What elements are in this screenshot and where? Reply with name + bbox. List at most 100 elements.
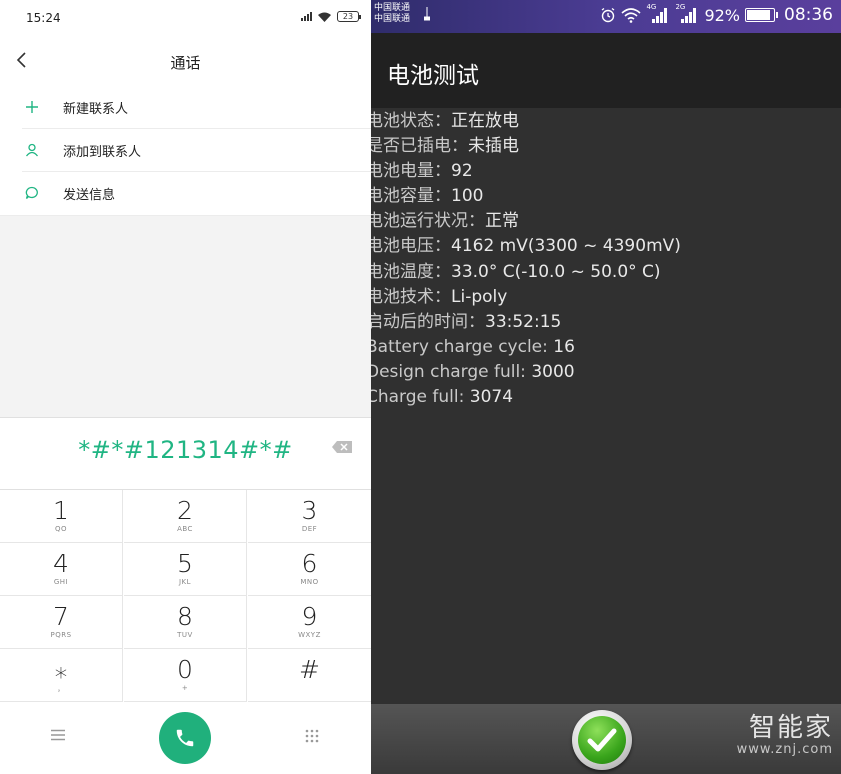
info-value: 16 bbox=[553, 336, 575, 357]
info-row-voltage: 电池电压：4162 mV(3300 ~ 4390mV) bbox=[371, 234, 841, 259]
status-time: 08:36 bbox=[784, 5, 833, 25]
signal-icon bbox=[301, 12, 312, 21]
key-letters: QO bbox=[54, 525, 68, 533]
key-7[interactable]: 7 PQRS bbox=[0, 596, 123, 649]
key-digit: # bbox=[299, 655, 320, 684]
info-row-design-full: Design charge full: 3000 bbox=[371, 360, 841, 385]
battery-fill bbox=[747, 10, 770, 20]
info-label: Battery charge cycle: bbox=[371, 336, 554, 357]
status-bar: 15:24 23 bbox=[0, 0, 371, 36]
key-digit: 0 bbox=[177, 655, 193, 684]
key-letters: DEF bbox=[301, 525, 318, 533]
info-label: 启动后的时间： bbox=[371, 311, 485, 332]
info-value: 未插电 bbox=[468, 136, 519, 157]
battery-percent: 92% bbox=[704, 5, 740, 25]
info-value: 正在放电 bbox=[451, 111, 519, 131]
key-digit: 3 bbox=[301, 496, 318, 525]
key-letters: PQRS bbox=[50, 631, 72, 639]
info-value: 3074 bbox=[469, 387, 514, 408]
key-letters: GHI bbox=[53, 578, 69, 586]
info-value: 正常 bbox=[485, 211, 519, 232]
wifi-icon bbox=[621, 8, 641, 23]
key-digit: 5 bbox=[177, 549, 193, 578]
key-4[interactable]: 4 GHI bbox=[0, 543, 123, 596]
info-value: 4162 mV(3300 ~ 4390mV) bbox=[451, 236, 681, 257]
battery-icon: 23 bbox=[337, 11, 361, 22]
page-title: 通话 bbox=[170, 54, 201, 72]
status-icons: 23 bbox=[301, 11, 361, 22]
key-letters: WXYZ bbox=[298, 631, 321, 639]
watermark-url: www.znj.com bbox=[736, 742, 833, 757]
key-9[interactable]: 9 WXYZ bbox=[248, 596, 371, 649]
key-digit: 9 bbox=[301, 602, 318, 631]
status-icons: 4G 2G 92% 08:36 bbox=[600, 3, 833, 25]
info-row-capacity: 电池容量：100 bbox=[371, 184, 841, 209]
empty-area bbox=[0, 215, 371, 417]
signal-1: 4G bbox=[646, 3, 670, 25]
info-value: 100 bbox=[451, 186, 484, 207]
key-star[interactable]: ⁎， bbox=[0, 649, 123, 702]
info-row-status: 电池状态：正在放电 bbox=[371, 109, 841, 134]
key-letters: TUV bbox=[177, 631, 193, 639]
info-value: Li-poly bbox=[451, 286, 508, 307]
info-value: 3000 bbox=[531, 361, 575, 382]
phone-icon bbox=[176, 729, 194, 747]
new-contact-item[interactable]: 新建联系人 bbox=[0, 86, 371, 129]
dialpad-icon[interactable] bbox=[305, 729, 319, 743]
backspace-icon[interactable] bbox=[331, 440, 353, 454]
key-digit: 7 bbox=[53, 602, 69, 631]
key-digit: 4 bbox=[53, 549, 69, 578]
info-label: 电池电压： bbox=[371, 236, 451, 257]
wifi-icon bbox=[318, 12, 331, 22]
menu-icon[interactable] bbox=[51, 729, 65, 741]
info-value: 92 bbox=[451, 161, 473, 182]
app-bar: 电池测试 bbox=[371, 33, 841, 108]
app-title: 电池测试 bbox=[387, 63, 479, 89]
key-8[interactable]: 8 TUV bbox=[124, 596, 247, 649]
checkmark-badge bbox=[578, 716, 626, 764]
battery-icon bbox=[745, 8, 778, 22]
dial-display: *#*#121314#*# bbox=[0, 417, 371, 489]
carrier-2: 中国联通 bbox=[374, 14, 411, 24]
status-bar: 中国联通 中国联通 4G 2G 92% 08:36 bbox=[371, 0, 841, 33]
key-2[interactable]: 2 ABC bbox=[124, 490, 247, 543]
info-row-uptime: 启动后的时间：33:52:15 bbox=[371, 310, 841, 335]
key-3[interactable]: 3 DEF bbox=[248, 490, 371, 543]
bottom-bar: 智能家 www.znj.com bbox=[371, 704, 841, 774]
info-row-level: 电池电量：92 bbox=[371, 159, 841, 184]
key-5[interactable]: 5 JKL bbox=[124, 543, 247, 596]
signal-icon bbox=[681, 8, 697, 23]
info-row-charge-cycle: Battery charge cycle: 16 bbox=[371, 335, 841, 360]
add-to-contact-item[interactable]: 添加到联系人 bbox=[0, 129, 371, 172]
signal-icon bbox=[652, 8, 668, 23]
ok-button[interactable] bbox=[572, 710, 632, 770]
key-0[interactable]: 0 + bbox=[124, 649, 247, 702]
add-to-contact-label: 添加到联系人 bbox=[63, 145, 142, 160]
checkmark-icon bbox=[587, 728, 617, 752]
key-letters: + bbox=[181, 684, 189, 692]
info-label: 电池温度： bbox=[371, 261, 451, 282]
carrier-names: 中国联通 中国联通 bbox=[374, 3, 410, 25]
key-6[interactable]: 6 MNO bbox=[248, 543, 371, 596]
key-digit: 6 bbox=[301, 549, 318, 578]
dialed-number[interactable]: *#*#121314#*# bbox=[0, 436, 371, 464]
send-message-label: 发送信息 bbox=[63, 188, 116, 203]
key-hash[interactable]: # bbox=[248, 649, 371, 702]
key-letters: ABC bbox=[177, 525, 193, 533]
info-row-charge-full: Charge full: 3074 bbox=[371, 385, 841, 410]
info-value: 33.0° C(-10.0 ~ 50.0° C) bbox=[451, 261, 661, 282]
info-label: 是否已插电： bbox=[371, 136, 468, 157]
key-digit: ⁎ bbox=[54, 655, 68, 684]
info-label: 电池电量： bbox=[371, 161, 451, 182]
info-label: 电池容量： bbox=[371, 186, 451, 207]
info-row-health: 电池运行状况：正常 bbox=[371, 209, 841, 234]
usb-icon bbox=[424, 7, 430, 21]
info-label: 电池状态： bbox=[371, 111, 451, 131]
info-label: Charge full: bbox=[371, 387, 470, 408]
call-button[interactable] bbox=[159, 712, 211, 764]
key-1[interactable]: 1 QO bbox=[0, 490, 123, 543]
send-message-item[interactable]: 发送信息 bbox=[0, 172, 371, 215]
dialer-header: 通话 bbox=[0, 38, 371, 84]
key-digit: 2 bbox=[177, 496, 193, 525]
signal-2: 2G bbox=[675, 3, 699, 25]
